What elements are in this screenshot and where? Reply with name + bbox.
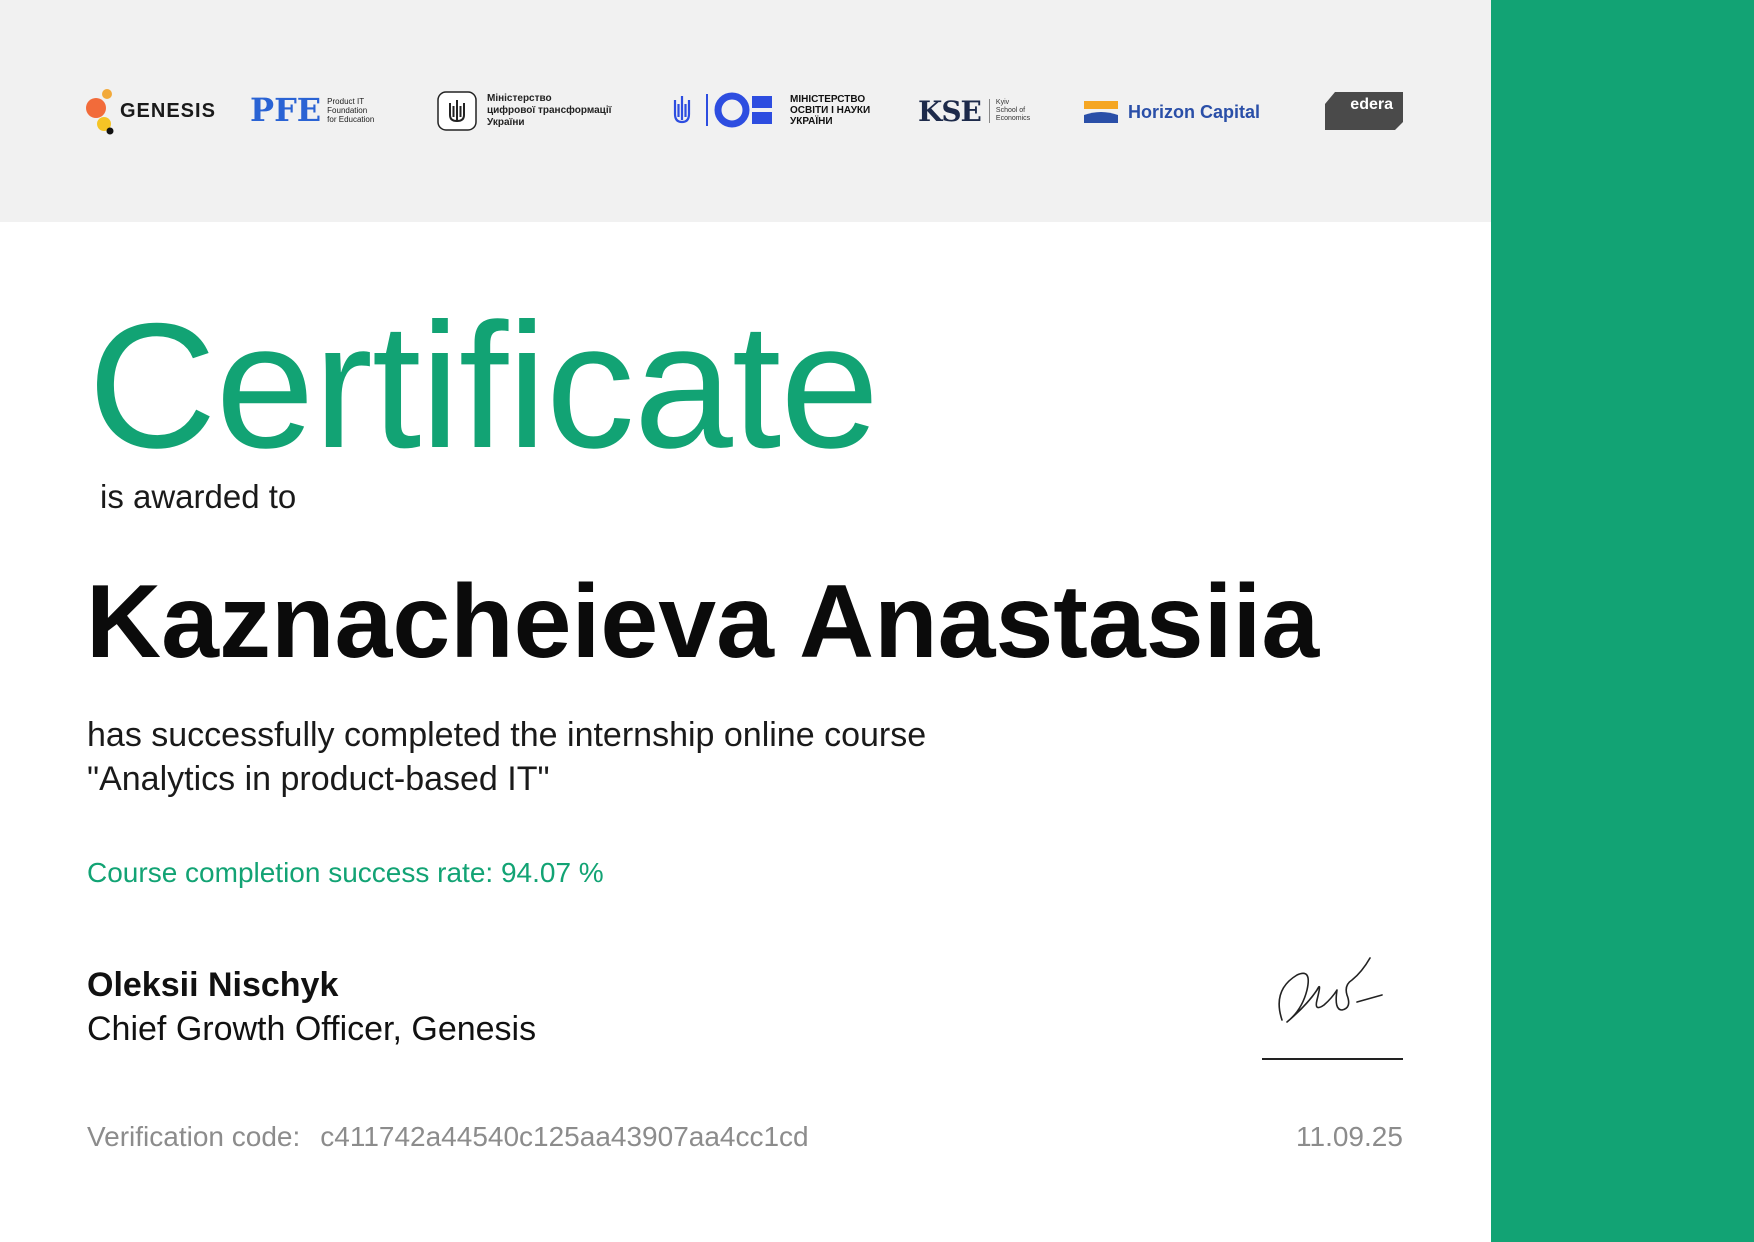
pfe-logo: PFE Product IT Foundation for Education (250, 91, 375, 129)
genesis-dots-icon (86, 89, 114, 135)
awarded-to-text: is awarded to (100, 478, 297, 515)
edera-logo: edera (1325, 92, 1403, 130)
edera-wordmark: edera (1350, 96, 1393, 113)
green-side-panel (1491, 0, 1754, 1242)
issue-date: 11.09.25 (1296, 1121, 1403, 1152)
recipient-name: Kaznacheieva Anastasiia (86, 564, 1320, 680)
ministry-education-logo: МІНІСТЕРСТВО ОСВІТИ І НАУКИ УКРАЇНИ (670, 90, 870, 130)
kse-caption: Kyiv School of Economics (988, 99, 1030, 123)
ministry-digital-caption: Міністерство цифрової трансформації Укра… (487, 93, 612, 128)
handwritten-signature-icon (1278, 957, 1383, 1023)
completion-line: has successfully completed the internshi… (87, 716, 927, 754)
verification: Verification code: c411742a44540c125aa439… (87, 1121, 809, 1153)
ministry-digital-logo: Міністерство цифрової трансформації Укра… (437, 90, 611, 132)
horizon-capital-logo: Horizon Capital (1084, 96, 1260, 128)
pfe-caption: Product IT Foundation for Education (327, 96, 375, 124)
trident-badge-icon (437, 91, 477, 131)
verification-label: Verification code: (87, 1121, 301, 1152)
course-name: "Analytics in product-based IT" (87, 760, 550, 798)
signature-line (1262, 1058, 1403, 1060)
kse-logo: KSE Kyiv School of Economics (918, 94, 1030, 128)
horizon-capital-icon (1084, 101, 1118, 123)
signer-name: Oleksii Nischyk (87, 966, 339, 1004)
signer-role: Chief Growth Officer, Genesis (87, 1010, 537, 1048)
kse-mark: KSE (918, 94, 982, 128)
logo-band: GENESIS PFE Product IT Foundation for Ed… (0, 0, 1491, 222)
completion-statement: has successfully completed the internshi… (87, 713, 926, 801)
verification-code[interactable]: c411742a44540c125aa43907aa4cc1cd (320, 1121, 808, 1152)
certificate-page: GENESIS PFE Product IT Foundation for Ed… (0, 0, 1754, 1242)
certificate-title: Certificate (88, 286, 879, 485)
ministry-education-caption: МІНІСТЕРСТВО ОСВІТИ І НАУКИ УКРАЇНИ (790, 93, 871, 127)
horizon-capital-wordmark: Horizon Capital (1128, 101, 1261, 122)
ministry-education-mark-icon (673, 92, 772, 128)
genesis-logo: GENESIS (86, 86, 216, 136)
pfe-mark: PFE (250, 91, 322, 129)
success-rate: Course completion success rate: 94.07 % (87, 857, 604, 888)
genesis-wordmark: GENESIS (120, 99, 216, 122)
